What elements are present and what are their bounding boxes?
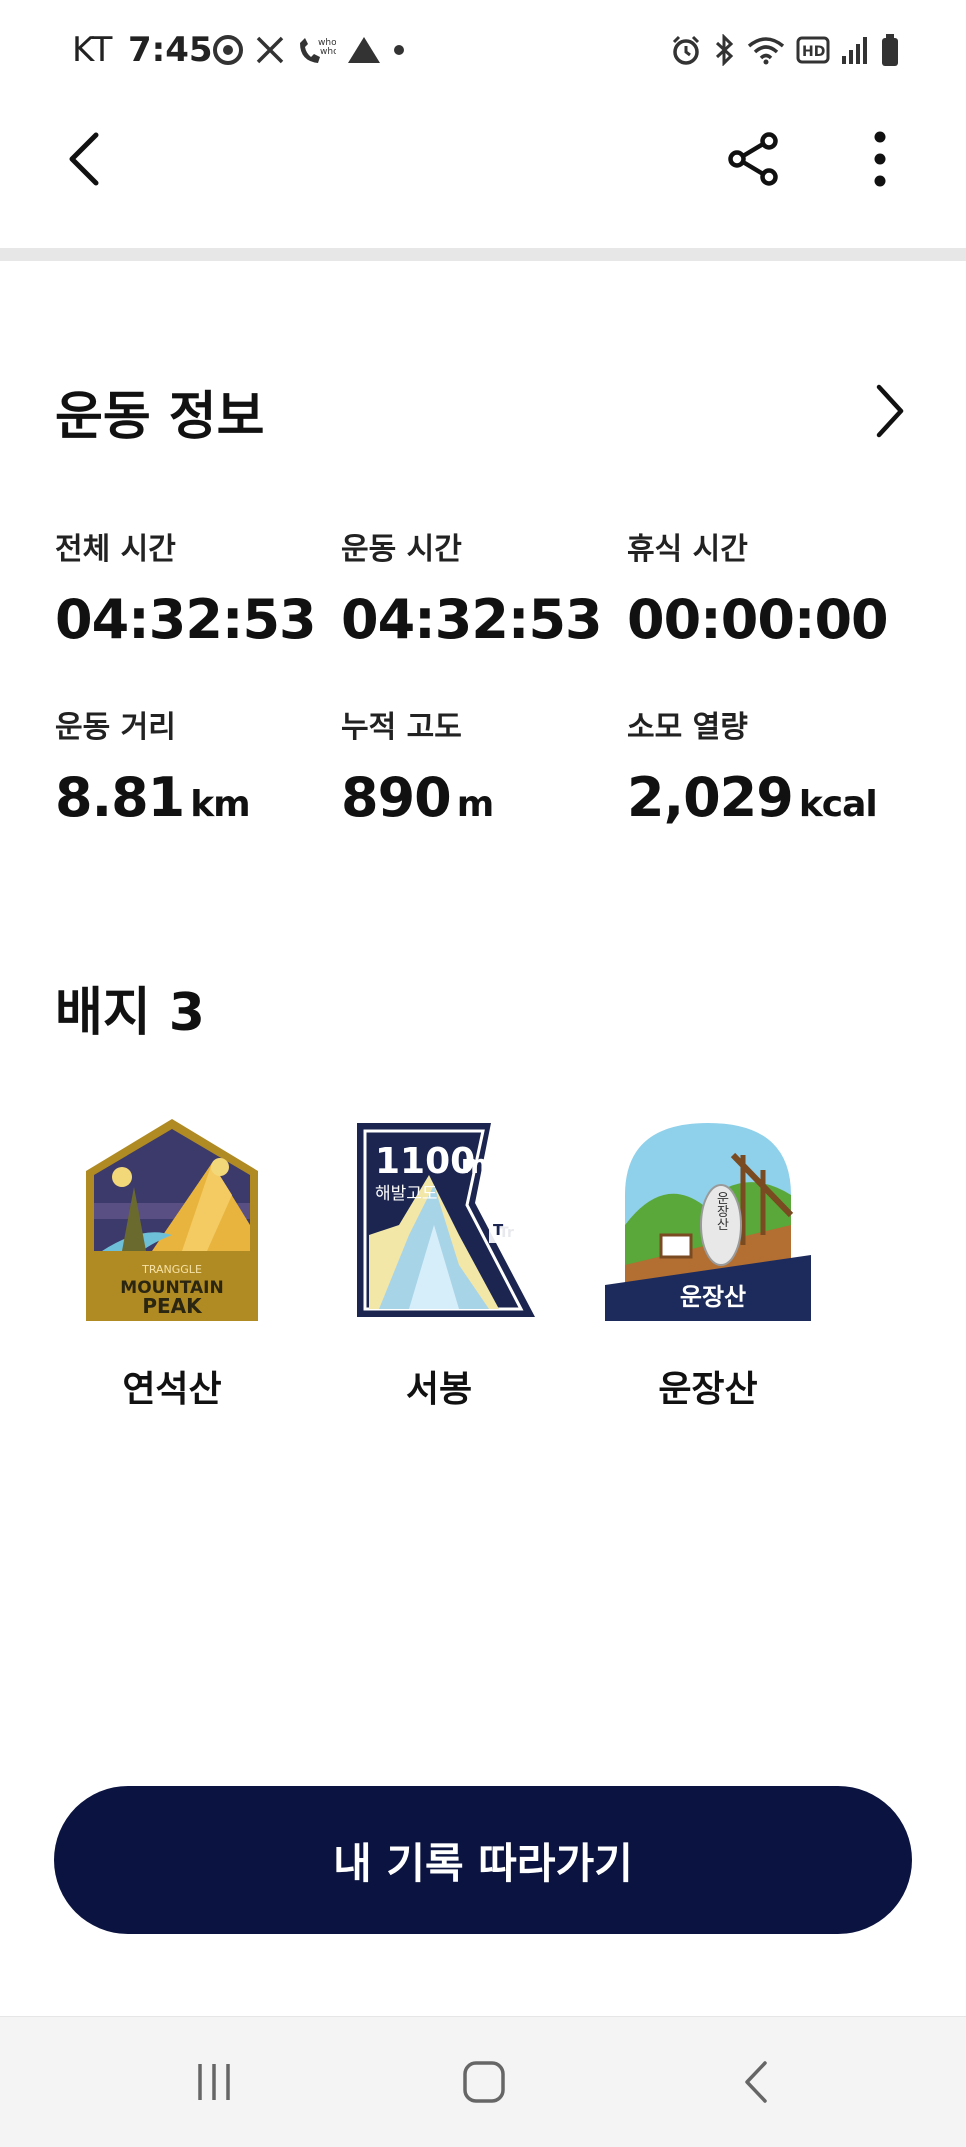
mountain-peak-badge-icon: TRANGGLE MOUNTAIN PEAK — [86, 1119, 258, 1321]
stat-label: 소모 열량 — [627, 710, 748, 745]
alarm-icon — [672, 35, 700, 65]
badge-name: 운장산 — [658, 1369, 758, 1410]
chevron-right-icon — [876, 384, 904, 438]
share-icon — [728, 132, 778, 186]
hd-icon: HD — [796, 36, 830, 64]
svg-text:HD: HD — [802, 44, 825, 60]
badge-item[interactable]: 1100 m 해발고도 Tr T 서봉 — [324, 1110, 554, 1430]
stat-distance: 운동 거리 8.81 km — [55, 708, 341, 834]
wifi-icon — [747, 37, 785, 65]
badge-name: 서봉 — [405, 1369, 473, 1410]
system-back-button[interactable] — [716, 2047, 796, 2117]
home-icon — [463, 2061, 505, 2103]
badge-banner-text: 운장산 — [680, 1283, 746, 1311]
badge-text-peak: PEAK — [142, 1294, 203, 1318]
stat-number: 04:32:53 — [341, 588, 603, 651]
badge-unjangsan-image: 운장산 운장산 — [593, 1110, 823, 1330]
stat-label: 전체 시간 — [55, 532, 176, 567]
stat-number: 8.81 — [55, 766, 185, 829]
drive-icon — [348, 37, 380, 63]
workout-info-header[interactable]: 운동 정보 — [55, 366, 915, 456]
back-arrow-icon — [69, 132, 99, 186]
badge-name: 연석산 — [122, 1369, 222, 1410]
mute-call-icon — [256, 36, 284, 64]
stat-calories: 소모 열량 2,029 kcal — [627, 708, 913, 834]
unjangsan-badge-icon: 운장산 운장산 — [605, 1123, 811, 1321]
stat-exercise-time: 운동 시간 04:32:53 — [341, 530, 627, 656]
svg-text:T: T — [493, 1221, 504, 1239]
stat-label: 운동 시간 — [341, 532, 462, 567]
workout-info-chevron[interactable] — [865, 376, 915, 446]
stat-value: 8.81 km — [55, 762, 341, 834]
whowho-icon: who who — [300, 38, 336, 63]
signal-icon — [842, 37, 867, 64]
back-icon — [745, 2061, 767, 2103]
badge-height-unit: m — [461, 1150, 488, 1180]
battery-icon — [882, 34, 898, 66]
stat-unit: m — [456, 784, 495, 825]
badge-text-tranggle: TRANGGLE — [141, 1263, 202, 1276]
dot-icon — [394, 45, 404, 55]
recent-apps-button[interactable] — [174, 2047, 254, 2117]
stat-number: 04:32:53 — [55, 588, 317, 651]
stat-value: 04:32:53 — [341, 584, 627, 656]
follow-my-record-button[interactable]: 내 기록 따라가기 — [54, 1786, 912, 1934]
stat-label: 운동 거리 — [55, 710, 176, 745]
stat-label: 휴식 시간 — [627, 532, 748, 567]
stat-number: 890 — [341, 766, 452, 829]
back-button[interactable] — [54, 114, 114, 204]
status-right-icons: HD — [670, 30, 900, 70]
badge-mountain-peak-image: TRANGGLE MOUNTAIN PEAK — [57, 1110, 287, 1330]
status-bar: KT 7:45 who who HD — [0, 0, 966, 100]
workout-info-title: 운동 정보 — [55, 387, 265, 447]
stat-value: 2,029 kcal — [627, 762, 913, 834]
share-button[interactable] — [718, 114, 788, 204]
stat-number: 2,029 — [627, 766, 794, 829]
carrier-label: KT — [72, 30, 113, 70]
badge-altitude-image: 1100 m 해발고도 Tr T — [324, 1110, 554, 1330]
badge-item[interactable]: TRANGGLE MOUNTAIN PEAK 연석산 — [57, 1110, 287, 1430]
bluetooth-icon — [715, 34, 734, 66]
badge-altitude-label: 해발고도 — [375, 1184, 438, 1204]
status-time: 7:45 — [128, 30, 213, 70]
stat-number: 00:00:00 — [627, 588, 889, 651]
more-options-button[interactable] — [850, 114, 910, 204]
badge-stone-text: 운장산 — [714, 1192, 729, 1231]
more-vertical-icon — [874, 131, 886, 187]
stat-label: 누적 고도 — [341, 710, 462, 745]
badge-item[interactable]: 운장산 운장산 운장산 — [593, 1110, 823, 1430]
workout-stats-grid: 전체 시간 04:32:53 운동 시간 04:32:53 휴식 시간 00:0… — [55, 530, 935, 834]
stat-total-time: 전체 시간 04:32:53 — [55, 530, 341, 656]
recent-apps-icon — [198, 2064, 230, 2100]
badges-title: 배지 3 — [55, 983, 205, 1043]
svg-text:who: who — [320, 47, 336, 57]
chrome-icon — [213, 35, 243, 65]
stat-value: 04:32:53 — [55, 584, 341, 656]
stat-value: 890 m — [341, 762, 627, 834]
stat-unit: kcal — [798, 784, 878, 825]
stat-rest-time: 휴식 시간 00:00:00 — [627, 530, 913, 656]
top-app-bar — [0, 100, 966, 250]
badges-row: TRANGGLE MOUNTAIN PEAK 연석산 1100 m 해발고도 T… — [0, 1110, 966, 1430]
home-button[interactable] — [444, 2047, 524, 2117]
stat-elevation-gain: 누적 고도 890 m — [341, 708, 627, 834]
system-nav-bar — [0, 2016, 966, 2147]
section-divider — [0, 248, 966, 261]
stat-unit: km — [190, 784, 250, 825]
altitude-badge-icon: 1100 m 해발고도 Tr T — [357, 1123, 535, 1317]
stat-value: 00:00:00 — [627, 584, 913, 656]
status-left-icons: who who — [212, 30, 406, 70]
